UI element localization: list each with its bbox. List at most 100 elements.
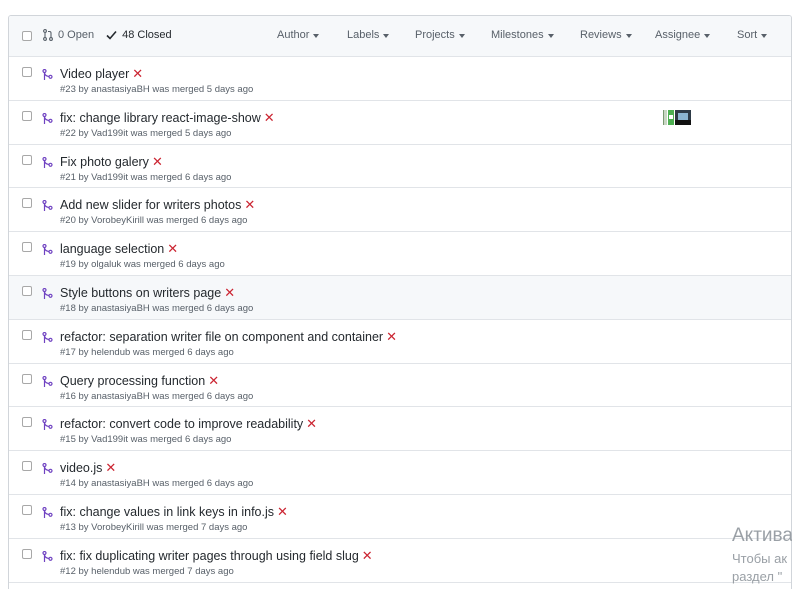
- pr-meta: #15 by Vad199it was merged 6 days ago: [60, 434, 232, 446]
- filter-sort[interactable]: Sort: [737, 29, 768, 41]
- avatar-stack[interactable]: [663, 109, 691, 125]
- pr-title-line: Video player ✕: [60, 66, 143, 82]
- pr-title-link[interactable]: Video player: [60, 67, 129, 81]
- failed-status-icon[interactable]: ✕: [264, 110, 275, 126]
- row-checkbox[interactable]: [22, 67, 32, 77]
- row-checkbox[interactable]: [22, 198, 32, 209]
- pr-meta: #17 by helendub was merged 6 days ago: [60, 346, 234, 358]
- filter-label: Milestones: [491, 29, 544, 41]
- pull-request-row: refactor: separation writer file on comp…: [9, 320, 791, 364]
- pr-meta: #20 by VorobeyKirill was merged 6 days a…: [60, 215, 248, 227]
- caret-down-icon: [458, 33, 465, 38]
- watermark-line-1: Чтобы ак: [732, 551, 788, 566]
- row-checkbox[interactable]: [22, 548, 32, 559]
- pull-request-rows: Video player ✕ #23 by anastasiyaBH was mer…: [9, 57, 791, 583]
- row-checkbox[interactable]: [22, 242, 32, 253]
- merged-pr-icon: [42, 331, 53, 349]
- filter-milestones[interactable]: Milestones: [491, 29, 554, 41]
- pr-meta: #16 by anastasiyaBH was merged 6 days ag…: [60, 390, 254, 402]
- failed-status-icon[interactable]: ✕: [306, 416, 317, 432]
- pr-title-link[interactable]: fix: change library react-image-show: [60, 111, 261, 125]
- filter-label: Sort: [737, 29, 758, 41]
- merged-pr-icon: [42, 418, 53, 436]
- row-checkbox[interactable]: [22, 285, 32, 296]
- pull-request-row: fix: change library react-image-show ✕ #22…: [9, 101, 791, 145]
- pr-title-link[interactable]: Style buttons on writers page: [60, 286, 221, 300]
- filter-projects[interactable]: Projects: [415, 29, 465, 41]
- pr-title-link[interactable]: refactor: separation writer file on comp…: [60, 330, 383, 344]
- row-checkbox[interactable]: [22, 154, 32, 165]
- pr-title-link[interactable]: fix: fix duplicating writer pages throug…: [60, 549, 359, 563]
- pr-title-link[interactable]: Fix photo galery: [60, 155, 149, 169]
- merged-pr-icon: [42, 287, 53, 305]
- pr-meta: #12 by helendub was merged 7 days ago: [60, 565, 234, 577]
- row-checkbox[interactable]: [22, 461, 32, 472]
- failed-status-icon[interactable]: ✕: [224, 285, 235, 301]
- filter-label: Projects: [415, 29, 455, 41]
- row-checkbox[interactable]: [22, 417, 32, 428]
- row-checkbox[interactable]: [22, 110, 32, 121]
- filter-label: Labels: [347, 29, 380, 41]
- pr-meta: #14 by anastasiyaBH was merged 6 days ag…: [60, 478, 254, 490]
- pull-request-list: 0 Open 48 Closed Author Labels Projects Mil…: [8, 15, 792, 589]
- watermark-title: Актива: [732, 525, 792, 546]
- row-checkbox[interactable]: [22, 504, 32, 515]
- failed-status-icon[interactable]: ✕: [362, 548, 373, 564]
- merged-pr-icon: [42, 199, 53, 217]
- pr-title-line: refactor: convert code to improve readab…: [60, 416, 317, 432]
- pr-meta: #18 by anastasiyaBH was merged 6 days ag…: [60, 302, 254, 314]
- pr-meta: #19 by olgaluk was merged 6 days ago: [60, 259, 225, 271]
- pr-meta: #22 by Vad199it was merged 5 days ago: [60, 127, 232, 139]
- caret-down-icon: [761, 33, 768, 38]
- failed-status-icon[interactable]: ✕: [277, 504, 288, 520]
- pr-title-link[interactable]: refactor: convert code to improve readab…: [60, 417, 303, 431]
- pr-title-line: fix: change values in link keys in info.…: [60, 504, 288, 520]
- merged-pr-icon: [42, 462, 53, 480]
- merged-pr-icon: [42, 550, 53, 568]
- activation-watermark: Актива Чтобы ак раздел ": [732, 526, 792, 588]
- pr-title-line: fix: change library react-image-show ✕: [60, 110, 275, 126]
- filter-label: Reviews: [580, 29, 622, 41]
- failed-status-icon[interactable]: ✕: [105, 460, 116, 476]
- pull-request-row: Style buttons on writers page ✕ #18 by ana…: [9, 275, 791, 320]
- caret-down-icon: [625, 33, 632, 38]
- pr-title-line: Query processing function ✕: [60, 373, 219, 389]
- filter-assignee[interactable]: Assignee: [655, 29, 711, 41]
- pr-title-link[interactable]: Add new slider for writers photos: [60, 198, 241, 212]
- pull-request-row: fix: change values in link keys in info.…: [9, 495, 791, 539]
- merged-pr-icon: [42, 112, 53, 130]
- pull-request-row: Add new slider for writers photos ✕ #20 by…: [9, 188, 791, 233]
- failed-status-icon[interactable]: ✕: [244, 197, 255, 213]
- pull-request-row: Query processing function ✕ #16 by anastas…: [9, 364, 791, 408]
- merged-pr-icon: [42, 506, 53, 524]
- filter-labels[interactable]: Labels: [347, 29, 390, 41]
- pr-title-link[interactable]: language selection: [60, 242, 164, 256]
- filter-reviews[interactable]: Reviews: [580, 29, 632, 41]
- merged-pr-icon: [42, 243, 53, 261]
- pr-title-line: language selection ✕: [60, 241, 178, 257]
- row-checkbox[interactable]: [22, 329, 32, 340]
- failed-status-icon[interactable]: ✕: [208, 373, 219, 389]
- pull-request-row: language selection ✕ #19 by olgaluk was me…: [9, 232, 791, 276]
- pr-meta: #21 by Vad199it was merged 6 days ago: [60, 171, 232, 183]
- failed-status-icon[interactable]: ✕: [152, 154, 163, 170]
- pr-meta: #23 by anastasiyaBH was merged 5 days ag…: [60, 84, 254, 95]
- pull-request-row: refactor: convert code to improve readab…: [9, 407, 791, 452]
- caret-down-icon: [383, 33, 390, 38]
- merged-pr-icon: [42, 375, 53, 393]
- list-header: 0 Open 48 Closed Author Labels Projects Mil…: [9, 16, 791, 57]
- row-checkbox[interactable]: [22, 373, 32, 384]
- pull-request-row: Video player ✕ #23 by anastasiyaBH was mer…: [9, 57, 791, 101]
- filter-author[interactable]: Author: [277, 29, 320, 41]
- pr-title-link[interactable]: Query processing function: [60, 374, 205, 388]
- failed-status-icon[interactable]: ✕: [386, 329, 397, 345]
- pr-title-line: Style buttons on writers page ✕: [60, 285, 235, 301]
- pr-title-link[interactable]: fix: change values in link keys in info.…: [60, 505, 274, 519]
- failed-status-icon[interactable]: ✕: [167, 241, 178, 257]
- caret-down-icon: [547, 33, 554, 38]
- pull-request-row: video.js ✕ #14 by anastasiyaBH was merged …: [9, 451, 791, 495]
- pr-title-link[interactable]: video.js: [60, 461, 102, 475]
- watermark-line-2: раздел ": [732, 569, 783, 584]
- failed-status-icon[interactable]: ✕: [132, 66, 143, 82]
- pull-request-row: Fix photo galery ✕ #21 by Vad199it was mer…: [9, 145, 791, 189]
